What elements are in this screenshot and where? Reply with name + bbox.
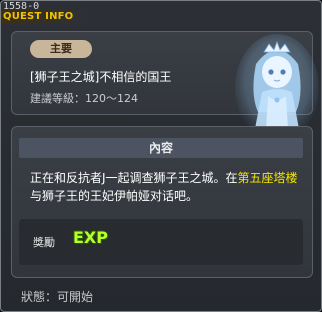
quest-info-window: 1558-0 QUEST INFO 主要 [狮子王之城]不相信的国王 建議等級：… <box>0 0 322 312</box>
content-header: 內容 <box>19 138 303 158</box>
reward-label: 獎勵 <box>33 236 55 249</box>
description-highlight: 第五座塔楼 <box>237 171 298 185</box>
window-title[interactable]: QUEST INFO <box>3 11 73 22</box>
quest-summary-panel: 主要 [狮子王之城]不相信的国王 建議等級：120～124 <box>11 31 319 142</box>
description-text-1: 正在和反抗者J一起调查狮子王之城。在 <box>30 171 238 185</box>
quest-content-panel: 內容 正在和反抗者J一起调查狮子王之城。在第五座塔楼与狮子王的王妃伊帕娅对话吧。… <box>11 126 313 278</box>
recommended-level: 建議等級：120～124 <box>30 92 138 105</box>
quest-type-badge: 主要 <box>30 40 92 58</box>
quest-status: 狀態：可開始 <box>21 290 94 304</box>
reward-box: 獎勵 EXP <box>19 219 303 265</box>
description-text-2: 与狮子王的王妃伊帕娅对话吧。 <box>30 189 199 203</box>
quest-name: [狮子王之城]不相信的国王 <box>30 70 172 84</box>
quest-description: 正在和反抗者J一起调查狮子王之城。在第五座塔楼与狮子王的王妃伊帕娅对话吧。 <box>30 169 300 205</box>
exp-reward-icon[interactable]: EXP <box>73 228 108 247</box>
